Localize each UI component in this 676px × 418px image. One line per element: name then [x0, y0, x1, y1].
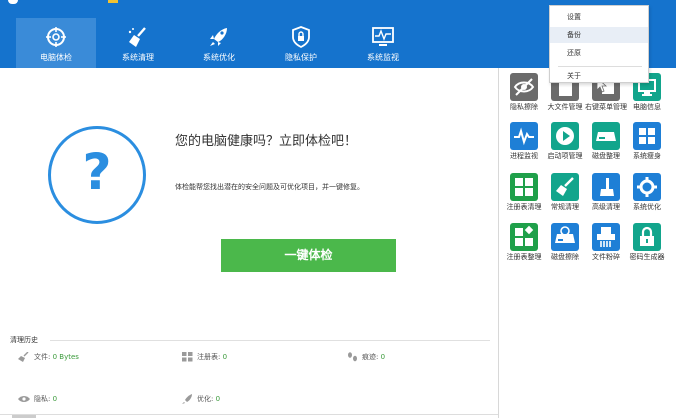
- eye-icon: [18, 396, 30, 402]
- tab-system-optimize-label: 系统优化: [203, 53, 235, 62]
- tools-panel: 隐私擦除 大文件管理 右键菜单管理 电脑信息 进程监视 启动项管理 磁盘整理 系…: [498, 68, 676, 418]
- broom-icon: [551, 173, 579, 201]
- broom-icon: [128, 27, 146, 47]
- rocket-icon: [182, 394, 192, 404]
- stat-files: 文件: 0 Bytes: [18, 352, 79, 362]
- app-logo: [0, 0, 120, 6]
- checkup-panel: ? 您的电脑健康吗？立即体检吧！ 体检能帮您找出潜在的安全问题及可优化项目，并一…: [0, 68, 498, 418]
- status-bar: [0, 414, 498, 418]
- menu-item-about[interactable]: 关于: [550, 68, 648, 84]
- registry-defrag-icon: [510, 223, 538, 251]
- tool-regular-clean[interactable]: 常规清理: [544, 173, 586, 223]
- crosshair-icon: [46, 27, 66, 47]
- tool-privacy-erase[interactable]: 隐私擦除: [503, 73, 545, 123]
- stat-registry: 注册表: 0: [182, 352, 227, 362]
- tool-registry-clean[interactable]: 注册表清理: [503, 173, 545, 223]
- tab-system-optimize[interactable]: 系统优化: [179, 18, 259, 68]
- tool-disk-wipe[interactable]: 磁盘擦除: [544, 223, 586, 273]
- monitor-pulse-icon: [372, 27, 394, 46]
- menu-item-settings[interactable]: 设置: [550, 9, 648, 25]
- question-icon: ?: [48, 126, 146, 224]
- history-divider: [50, 340, 490, 341]
- one-click-checkup-button[interactable]: 一键体检: [221, 239, 396, 272]
- tab-checkup-label: 电脑体检: [40, 53, 72, 62]
- tab-checkup[interactable]: 电脑体检: [16, 18, 96, 68]
- stat-optimize-value: 0: [215, 395, 221, 403]
- gear-icon: [633, 173, 661, 201]
- menu-item-backup[interactable]: 备份: [550, 27, 648, 43]
- question-glyph: ?: [82, 143, 112, 201]
- menu-separator: [558, 66, 642, 67]
- disk-icon: [592, 122, 620, 150]
- tool-advanced-clean[interactable]: 高级清理: [585, 173, 627, 223]
- tool-registry-defrag[interactable]: 注册表整理: [503, 223, 545, 273]
- tab-privacy-protect[interactable]: 隐私保护: [261, 18, 341, 68]
- tab-system-clean[interactable]: 系统清理: [98, 18, 178, 68]
- shredder-icon: [592, 223, 620, 251]
- stat-traces: 痕迹: 0: [347, 352, 385, 362]
- tool-system-optimize[interactable]: 系统优化: [626, 173, 668, 223]
- tab-privacy-protect-label: 隐私保护: [285, 53, 317, 62]
- stat-privacy-value: 0: [52, 395, 58, 403]
- stat-optimize: 优化: 0: [182, 394, 220, 404]
- disk-wipe-icon: [551, 223, 579, 251]
- stat-files-value: 0 Bytes: [52, 353, 79, 361]
- grid-icon: [182, 352, 193, 362]
- menu-item-restore[interactable]: 还原: [550, 45, 648, 61]
- play-icon: [551, 122, 579, 150]
- process-monitor-icon: [510, 122, 538, 150]
- eye-slash-icon: [510, 73, 538, 101]
- registry-grid-icon: [510, 173, 538, 201]
- tool-process-monitor[interactable]: 进程监视: [503, 122, 545, 172]
- tool-password-generator[interactable]: 密码生成器: [626, 223, 668, 273]
- tool-file-shredder[interactable]: 文件粉碎: [585, 223, 627, 273]
- tool-system-slim[interactable]: 系统瘦身: [626, 122, 668, 172]
- windows-icon: [633, 122, 661, 150]
- stat-registry-value: 0: [222, 353, 228, 361]
- stat-privacy: 隐私: 0: [18, 394, 57, 404]
- footprint-icon: [348, 352, 357, 362]
- shield-lock-icon: [292, 26, 310, 48]
- rocket-icon: [210, 28, 227, 46]
- tool-disk-defrag[interactable]: 磁盘整理: [585, 122, 627, 172]
- tab-system-clean-label: 系统清理: [122, 53, 154, 62]
- settings-dropdown-menu: 设置 备份 还原 关于: [549, 5, 649, 83]
- broom-icon: [18, 352, 29, 362]
- checkup-title: 您的电脑健康吗？立即体检吧！: [175, 134, 358, 149]
- stat-traces-value: 0: [380, 353, 386, 361]
- tab-system-monitor-label: 系统监视: [367, 53, 399, 62]
- tab-system-monitor[interactable]: 系统监视: [343, 18, 423, 68]
- lock-icon: [633, 223, 661, 251]
- advanced-clean-icon: [592, 173, 620, 201]
- tool-startup-manager[interactable]: 启动项管理: [544, 122, 586, 172]
- checkup-description: 体检能帮您找出潜在的安全问题及可优化项目，并一键修复。: [175, 183, 364, 191]
- history-title: 清理历史: [10, 336, 38, 344]
